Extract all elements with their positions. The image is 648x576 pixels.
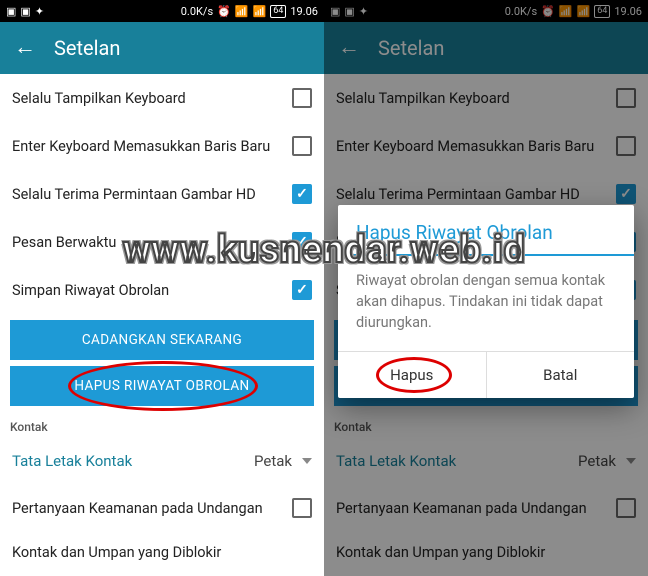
contact-layout-label: Tata Letak Kontak xyxy=(12,452,132,470)
checkbox-checked[interactable] xyxy=(292,280,312,300)
clock: 19.06 xyxy=(290,5,318,18)
clear-history-button[interactable]: HAPUS RIWAYAT OBROLAN xyxy=(10,366,314,406)
setting-row[interactable]: Kontak dan Umpan yang Diblokir xyxy=(0,532,324,573)
bbm-icon-2: ▣ xyxy=(20,5,30,18)
settings-list: Selalu Tampilkan Keyboard Enter Keyboard… xyxy=(0,74,324,576)
bbm-icon: ▣ xyxy=(6,5,16,18)
backup-button[interactable]: CADANGKAN SEKARANG xyxy=(10,320,314,360)
checkbox[interactable] xyxy=(616,136,636,156)
checkbox[interactable] xyxy=(292,136,312,156)
contact-layout-value: Petak xyxy=(254,452,292,470)
page-title: Setelan xyxy=(54,36,120,60)
battery-icon: 64 xyxy=(270,5,286,18)
page-title: Setelan xyxy=(378,36,444,60)
back-icon[interactable]: ← xyxy=(338,37,360,59)
app-icon: ✦ xyxy=(359,5,368,18)
back-icon[interactable]: ← xyxy=(14,37,36,59)
screenshot-right: ▣ ▣ ✦ 0.0K/s ⏰ 📶 📶 64 19.06 ← Setelan Se… xyxy=(324,0,648,576)
status-bar: ▣ ▣ ✦ 0.0K/s ⏰ 📶 📶 64 19.06 xyxy=(324,0,648,22)
app-icon: ✦ xyxy=(35,5,44,18)
signal-icon: 📶 xyxy=(559,5,573,18)
screenshot-left: ▣ ▣ ✦ 0.0K/s ⏰ 📶 📶 64 19.06 ← Setelan Se… xyxy=(0,0,324,576)
contact-layout-row[interactable]: Tata Letak Kontak Petak xyxy=(0,438,324,484)
contact-layout-label: Tata Letak Kontak xyxy=(336,452,456,470)
alarm-icon: ⏰ xyxy=(217,5,231,18)
app-bar: ← Setelan xyxy=(0,22,324,74)
setting-row[interactable]: Enter Keyboard Memasukkan Baris Baru xyxy=(324,122,648,170)
checkbox[interactable] xyxy=(616,498,636,518)
dropdown-icon xyxy=(302,458,312,464)
setting-label: Selalu Tampilkan Keyboard xyxy=(336,90,510,107)
dialog-actions: Hapus Batal xyxy=(338,351,634,398)
setting-label: Selalu Terima Permintaan Gambar HD xyxy=(336,186,580,203)
checkbox[interactable] xyxy=(616,88,636,108)
alarm-icon: ⏰ xyxy=(541,5,555,18)
setting-label: Kontak dan Umpan yang Diblokir xyxy=(12,544,221,561)
battery-icon: 64 xyxy=(594,5,610,18)
checkbox-checked[interactable] xyxy=(616,184,636,204)
setting-label: Enter Keyboard Memasukkan Baris Baru xyxy=(12,138,270,155)
section-header-kontak: Kontak xyxy=(0,412,324,438)
setting-label: Pertanyaan Keamanan pada Undangan xyxy=(336,500,587,517)
setting-row[interactable]: Selalu Terima Permintaan Gambar HD xyxy=(0,170,324,218)
setting-row[interactable]: Pertanyaan Keamanan pada Undangan xyxy=(324,484,648,532)
signal-icon-2: 📶 xyxy=(253,5,267,18)
net-speed: 0.0K/s xyxy=(181,5,213,18)
setting-label: Simpan Riwayat Obrolan xyxy=(12,282,169,299)
setting-label: Enter Keyboard Memasukkan Baris Baru xyxy=(336,138,594,155)
signal-icon-2: 📶 xyxy=(577,5,591,18)
signal-icon: 📶 xyxy=(235,5,249,18)
setting-row[interactable]: Selalu Tampilkan Keyboard xyxy=(324,74,648,122)
setting-row[interactable]: Kontak dan Umpan yang Diblokir xyxy=(324,532,648,573)
bbm-icon-2: ▣ xyxy=(344,5,354,18)
setting-row[interactable]: Enter Keyboard Memasukkan Baris Baru xyxy=(0,122,324,170)
checkbox[interactable] xyxy=(292,88,312,108)
section-header-kontak: Kontak xyxy=(324,412,648,438)
setting-row[interactable]: Selalu Tampilkan Keyboard xyxy=(0,74,324,122)
dialog-cancel-button[interactable]: Batal xyxy=(487,352,635,398)
setting-label: Pertanyaan Keamanan pada Undangan xyxy=(12,500,263,517)
setting-row[interactable]: Simpan Riwayat Obrolan xyxy=(0,266,324,314)
bbm-icon: ▣ xyxy=(330,5,340,18)
setting-label: Selalu Terima Permintaan Gambar HD xyxy=(12,186,256,203)
net-speed: 0.0K/s xyxy=(505,5,537,18)
app-bar: ← Setelan xyxy=(324,22,648,74)
dropdown-icon xyxy=(626,458,636,464)
setting-label: Selalu Tampilkan Keyboard xyxy=(12,90,186,107)
checkbox[interactable] xyxy=(292,498,312,518)
contact-layout-row[interactable]: Tata Letak Kontak Petak xyxy=(324,438,648,484)
checkbox-checked[interactable] xyxy=(292,184,312,204)
clock: 19.06 xyxy=(614,5,642,18)
status-bar: ▣ ▣ ✦ 0.0K/s ⏰ 📶 📶 64 19.06 xyxy=(0,0,324,22)
setting-label: Kontak dan Umpan yang Diblokir xyxy=(336,544,545,561)
setting-row[interactable]: Pertanyaan Keamanan pada Undangan xyxy=(0,484,324,532)
contact-layout-value: Petak xyxy=(578,452,616,470)
watermark-text: www.kusnendar.web.id xyxy=(0,228,648,272)
dialog-confirm-button[interactable]: Hapus xyxy=(338,352,487,398)
